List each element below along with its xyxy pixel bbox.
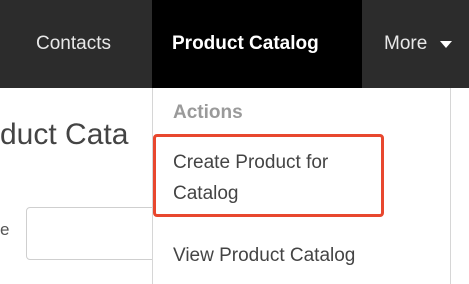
nav-more-menu[interactable]: More (384, 0, 453, 88)
nav-tab-label: More (384, 33, 428, 54)
menu-section-header: Actions (173, 102, 243, 123)
page-title: duct Cata (0, 118, 129, 151)
caret-down-icon (440, 40, 453, 48)
menu-item-view-product-catalog[interactable]: View Product Catalog (173, 240, 355, 271)
nav-tab-label: Contacts (36, 33, 111, 54)
filter-input[interactable] (26, 207, 166, 260)
top-nav-bar: Contacts Product Catalog More (0, 0, 469, 88)
filter-label: e (0, 220, 10, 239)
nav-tab-label: Product Catalog (172, 33, 319, 54)
nav-tab-contacts[interactable]: Contacts (36, 0, 111, 88)
nav-tab-product-catalog[interactable]: Product Catalog (152, 0, 362, 88)
highlight-annotation-box (153, 134, 384, 217)
